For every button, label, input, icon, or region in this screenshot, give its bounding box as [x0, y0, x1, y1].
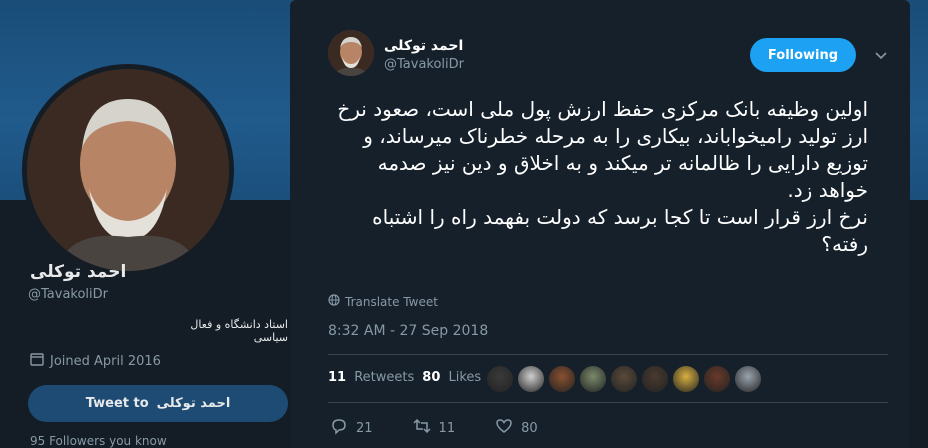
- profile-handle[interactable]: @TavakoliDr: [28, 287, 108, 302]
- likes-count: 80: [422, 370, 441, 385]
- tweet-timestamp[interactable]: 8:32 AM - 27 Sep 2018: [328, 323, 488, 339]
- globe-icon: [328, 294, 340, 309]
- tweet-to-name: احمد توکلی: [156, 396, 231, 411]
- joined-date: Joined April 2016: [30, 352, 161, 370]
- tweet-stats: 11 Retweets 80 Likes: [328, 370, 489, 385]
- retweets-stat[interactable]: 11 Retweets: [328, 370, 414, 385]
- author-avatar[interactable]: [328, 30, 374, 76]
- retweet-icon: [413, 417, 431, 439]
- retweets-label: Retweets: [354, 370, 415, 385]
- divider: [328, 402, 888, 403]
- tweet-modal: احمد توکلی @TavakoliDr Following اولین و…: [290, 0, 910, 448]
- translate-tweet[interactable]: Translate Tweet: [328, 294, 438, 309]
- profile-avatar[interactable]: [22, 64, 234, 276]
- liker-avatar[interactable]: [548, 365, 576, 393]
- liker-avatar[interactable]: [579, 365, 607, 393]
- likes-stat[interactable]: 80 Likes: [422, 370, 481, 385]
- author-handle[interactable]: @TavakoliDr: [384, 57, 464, 72]
- liker-avatar[interactable]: [703, 365, 731, 393]
- liker-avatar[interactable]: [486, 365, 514, 393]
- like-button[interactable]: 80: [495, 417, 538, 439]
- retweets-count: 11: [328, 370, 347, 385]
- liker-avatar[interactable]: [734, 365, 762, 393]
- chevron-down-icon[interactable]: [874, 48, 888, 62]
- tweet-to-button[interactable]: Tweet to احمد توکلی: [28, 385, 288, 422]
- liker-avatar[interactable]: [610, 365, 638, 393]
- joined-text: Joined April 2016: [50, 353, 161, 369]
- reply-count: 21: [356, 420, 373, 436]
- translate-label: Translate Tweet: [345, 294, 438, 309]
- tweet-to-label: Tweet to: [85, 396, 149, 411]
- followers-you-know[interactable]: 95 Followers you know: [30, 434, 167, 448]
- liker-avatar[interactable]: [517, 365, 545, 393]
- likes-label: Likes: [448, 370, 482, 385]
- liker-avatar[interactable]: [672, 365, 700, 393]
- tweet-text: اولین وظیفه بانک مرکزی حفظ ارزش پول ملی …: [337, 97, 868, 256]
- retweet-count: 11: [438, 420, 456, 436]
- profile-name[interactable]: احمد توکلی: [30, 262, 180, 282]
- liker-avatar[interactable]: [641, 365, 669, 393]
- reply-button[interactable]: 21: [330, 417, 373, 439]
- divider: [328, 354, 888, 355]
- retweet-button[interactable]: 11: [413, 417, 456, 439]
- likers-avatars: [486, 365, 762, 393]
- calendar-icon: [30, 352, 44, 370]
- tweet-actions: 21 11 80: [330, 417, 578, 439]
- profile-bio: استاد دانشگاه و فعال سیاسی: [190, 318, 288, 344]
- following-button[interactable]: Following: [750, 38, 856, 72]
- heart-icon: [495, 417, 513, 439]
- reply-icon: [330, 417, 348, 439]
- tweet-author: احمد توکلی @TavakoliDr: [328, 30, 464, 76]
- author-name[interactable]: احمد توکلی: [384, 38, 464, 54]
- like-count: 80: [521, 420, 538, 436]
